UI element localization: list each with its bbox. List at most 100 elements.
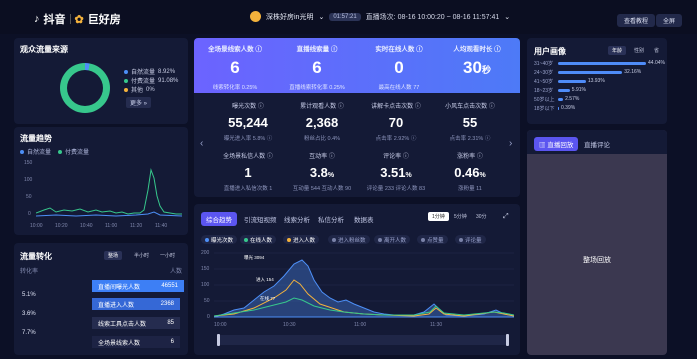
metric-card: 小风车点击次数 ⓘ 55 点击率 2.31% ⓘ [429,101,511,142]
funnel-label: 直播进入人数 [98,302,135,309]
fullscreen-button[interactable]: 全屏 [656,14,683,27]
legend-dot [20,149,24,154]
metric-label: 直播线索量 ⓘ [296,46,338,53]
tab-overall-trend[interactable]: 综合趋势 [201,212,237,226]
metric-card: 累计观看人数 ⓘ 2,368 粉丝占比 0.4% [281,101,363,142]
tab-age[interactable]: 年龄 [608,46,627,55]
tab-data-table[interactable]: 数据表 [354,214,374,224]
metric-value: 6 [312,58,322,77]
room-info[interactable]: 深株好房in光明 ⌄ 01:57:21 直播场次: 08-16 10:00:20… [250,11,510,22]
chip-label: 离开人数 [384,237,407,244]
metric-number: 3.51 [380,165,406,180]
metric-sub: 涨粉量 11 [458,186,482,192]
chip-likes[interactable]: 点赞量 [417,235,448,244]
expand-icon[interactable]: ⤢ [499,212,513,221]
x-tick: 11:30 [430,322,443,328]
column-header: 人数 [170,269,183,275]
tab-half-hour[interactable]: 半小时 [130,251,153,260]
legend-label: 付费流量 [131,79,156,85]
chevron-down-icon[interactable]: ⌄ [318,13,324,21]
metric-card: 互动率 ⓘ 3.8% 互动量 544 互动人数 90 [281,151,363,192]
funnel-label: 直播间曝光人数 [98,284,141,291]
bar-label: 24~30岁 [534,70,554,76]
tab-gender[interactable]: 性别 [630,46,648,55]
funnel-value: 85 [167,320,174,326]
card-title: 流量趋势 [20,134,52,143]
top-bar: ♪ 抖音 ✿ 巨好房 深株好房in光明 ⌄ 01:57:21 直播场次: 08-… [0,0,697,34]
age-bar [558,62,646,65]
legend-item: 自然流量 8.92% [124,67,175,76]
bar-label: 18岁以下 [534,106,555,112]
chip-enter[interactable]: 进入人数 [283,235,320,244]
tab-hour[interactable]: 一小时 [156,251,179,260]
x-tick: 10:00 [30,223,43,229]
y-tick: 100 [201,282,210,288]
y-tick: 0 [28,211,31,217]
granularity-30min[interactable]: 30分 [472,212,491,221]
chip-leave[interactable]: 离开人数 [374,235,411,244]
metric-label: 涨粉率 ⓘ [457,154,483,160]
legend-dot [124,78,128,83]
x-tick: 10:20 [55,223,68,229]
range-slider[interactable] [218,335,508,345]
bar-label: 50岁以上 [534,97,555,103]
metric-sub: 直播线索转化率 0.25% [289,85,345,91]
y-tick: 50 [26,194,32,200]
legend-value: 0% [146,86,155,93]
chevron-left-icon[interactable]: ‹ [200,138,203,149]
room-name[interactable]: 深株好房in光明 [266,12,313,22]
funnel-label: 线索工具点击人数 [98,321,147,328]
slider-handle-right[interactable] [506,334,509,346]
metric-sub: 评论量 233 评论人数 83 [366,186,426,192]
metric-value: 3.51% [355,165,437,180]
metric-label: 小风车点击次数 ⓘ [445,104,495,110]
metric-card: 实时在线人数 ⓘ 0 最高在线人数 77 [358,43,440,91]
bar-label: 31~40岁 [534,61,554,67]
tab-whole[interactable]: 整场 [104,251,123,260]
live-duration: 01:57:21 [329,12,361,21]
funnel-row: 线索工具点击人数 85 [92,317,180,329]
metric-card: 讲解卡点击次数 ⓘ 70 点击率 2.92% ⓘ [355,101,437,142]
tab-province[interactable]: 省 [650,46,663,55]
metric-label: 曝光次数 ⓘ [232,104,264,110]
conversion-rate: 3.6% [22,311,36,317]
metric-card: 评论率 ⓘ 3.51% 评论量 233 评论人数 83 [355,151,437,192]
metric-unit: % [405,172,412,179]
y-tick: 150 [24,160,33,166]
slider-handle-left[interactable] [217,334,220,346]
more-button[interactable]: 更多 » [126,97,152,108]
brand-name-2: 巨好房 [87,14,121,26]
tab-lead-analysis[interactable]: 线索分析 [284,214,310,224]
metric-card: 人均观看时长 ⓘ 30秒 [436,43,518,78]
x-tick: 10:30 [283,322,296,328]
chip-comments[interactable]: 评论量 [455,235,486,244]
tab-short-video[interactable]: 引流短视频 [244,214,277,224]
chip-fans[interactable]: 进入粉丝数 [328,235,370,244]
y-tick: 0 [207,314,210,320]
x-tick: 11:00 [354,322,367,328]
legend-value: 8.92% [158,68,176,75]
divider [69,14,71,24]
tab-message-analysis[interactable]: 私信分析 [318,214,344,224]
granularity-1min[interactable]: 1分钟 [428,212,449,221]
metric-label: 互动率 ⓘ [309,154,335,160]
funnel-value: 6 [170,339,174,345]
trend-line-chart [36,168,182,217]
metric-value: 70 [388,115,404,130]
metric-sub: 曝光进入率 5.8% ⓘ [223,136,273,142]
granularity-5min[interactable]: 5分钟 [450,212,471,221]
tab-live-replay[interactable]: ▥ 直播回放 [534,137,579,151]
metric-sub: 互动量 544 互动人数 90 [292,186,352,192]
card-title: 观众流量来源 [20,45,68,54]
metric-value: 0.46% [429,165,511,180]
chevron-down-icon[interactable]: ⌄ [504,13,510,21]
funnel-row: 直播进入人数 2368 [92,298,180,310]
metric-card: 直播线索量 ⓘ 6 直播线索转化率 0.25% [276,43,358,91]
tab-live-comments[interactable]: 直播评论 [584,139,610,149]
tutorial-button[interactable]: 查看教程 [617,14,656,27]
chip-exposure[interactable]: 曝光次数 [201,235,238,244]
card-title: 用户画像 [534,47,566,56]
chip-online[interactable]: 在线人数 [240,235,277,244]
metric-label: 全场景私信人数 ⓘ [223,154,273,160]
legend-dot [124,69,128,74]
